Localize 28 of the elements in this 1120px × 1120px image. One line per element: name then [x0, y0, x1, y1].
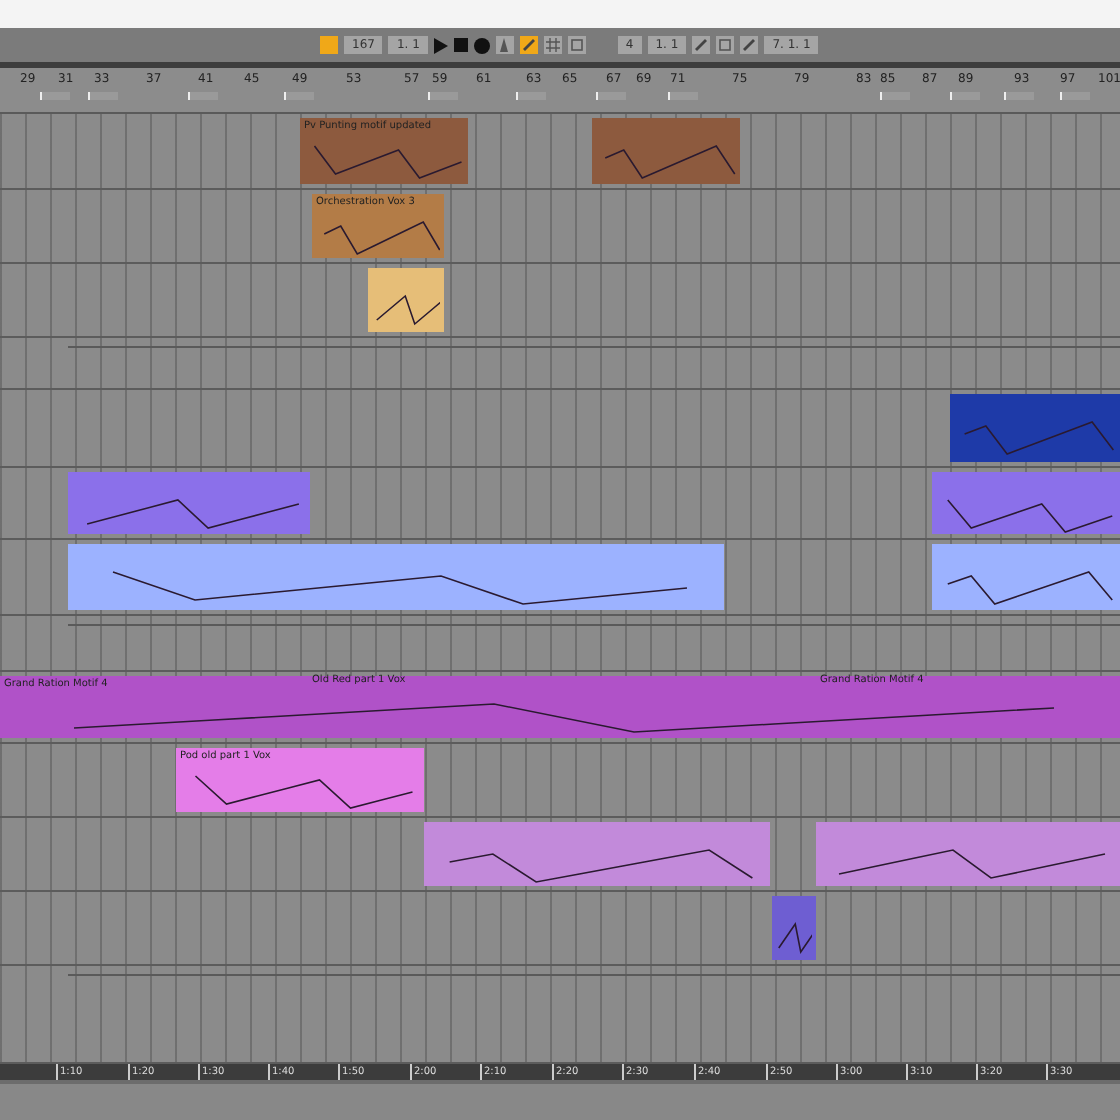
record-icon[interactable]: [473, 37, 490, 53]
clip[interactable]: [816, 822, 1120, 886]
loop-icon: [718, 38, 733, 52]
grid-button[interactable]: [543, 36, 562, 54]
pencil-button[interactable]: [519, 36, 538, 54]
clip[interactable]: [68, 544, 724, 610]
loop-icon: [569, 38, 584, 52]
follow-toggle[interactable]: [320, 36, 338, 54]
clip[interactable]: [68, 472, 310, 534]
stop-icon[interactable]: [453, 38, 468, 52]
clip[interactable]: [950, 394, 1120, 462]
clip[interactable]: [592, 118, 740, 184]
play-icon[interactable]: [433, 37, 448, 53]
loop-button[interactable]: [567, 36, 586, 54]
clip[interactable]: [932, 544, 1120, 610]
clip[interactable]: [424, 822, 770, 886]
pencil-button[interactable]: [740, 36, 759, 54]
metronome-icon: [498, 38, 511, 52]
grid-icon: [545, 38, 560, 52]
clip[interactable]: [932, 472, 1120, 534]
metronome-button[interactable]: [495, 36, 514, 54]
clip[interactable]: [772, 896, 816, 960]
pencil-icon: [694, 38, 709, 52]
loop-button[interactable]: [716, 36, 735, 54]
pencil-icon: [742, 38, 757, 52]
pencil-button[interactable]: [692, 36, 711, 54]
pencil-icon: [521, 38, 536, 52]
clip[interactable]: [368, 268, 444, 332]
